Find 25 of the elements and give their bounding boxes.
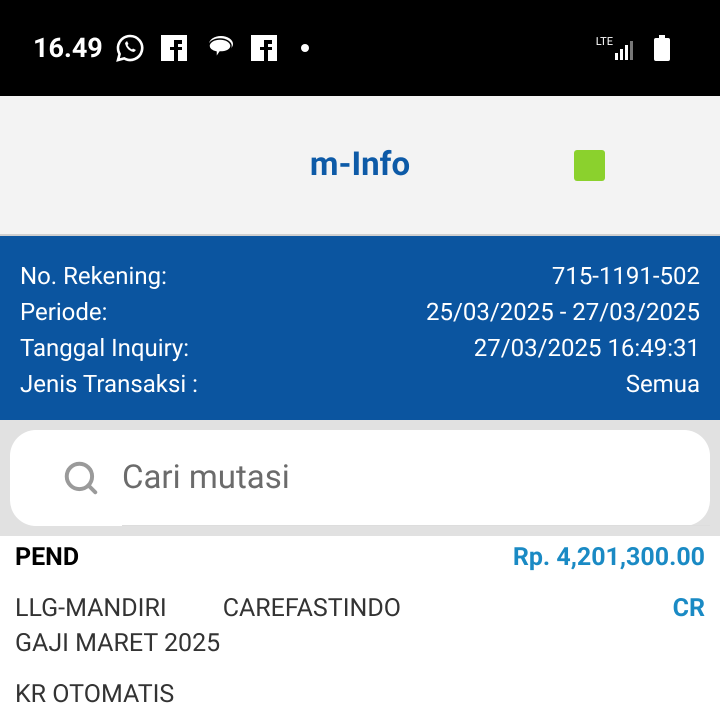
status-time: 16.49 [33, 30, 103, 66]
search-field[interactable]: Cari mutasi [10, 430, 710, 526]
transaction-category: KR OTOMATIS [15, 678, 176, 710]
info-value: Semua [626, 369, 700, 400]
info-label: No. Rekening: [20, 261, 167, 292]
app-title: m-Info [310, 144, 410, 186]
chat-icon [114, 33, 145, 63]
info-value: 25/03/2025 - 27/03/2025 [426, 297, 700, 328]
transaction-description: LLG-MANDIRI [15, 593, 167, 625]
app-icon [250, 35, 277, 61]
app-icon [160, 35, 187, 61]
battery-icon [654, 35, 670, 61]
transaction-amount: Rp. 4,201,300.00 [512, 542, 705, 574]
transaction-type: CR [672, 593, 705, 625]
info-label: Jenis Transaksi : [20, 369, 198, 400]
transaction-description: CAREFASTINDO [222, 593, 401, 625]
info-value: 27/03/2025 16:49:31 [474, 333, 700, 364]
search-icon [62, 459, 100, 497]
info-label: Tanggal Inquiry: [20, 333, 190, 364]
transaction-note: GAJI MARET 2025 [15, 628, 222, 660]
transaction-status: PEND [15, 542, 80, 574]
network-type: LTE [596, 36, 613, 47]
signal-icon [614, 40, 634, 60]
info-value: 715-1191-502 [552, 261, 700, 292]
info-label: Periode: [20, 297, 108, 328]
